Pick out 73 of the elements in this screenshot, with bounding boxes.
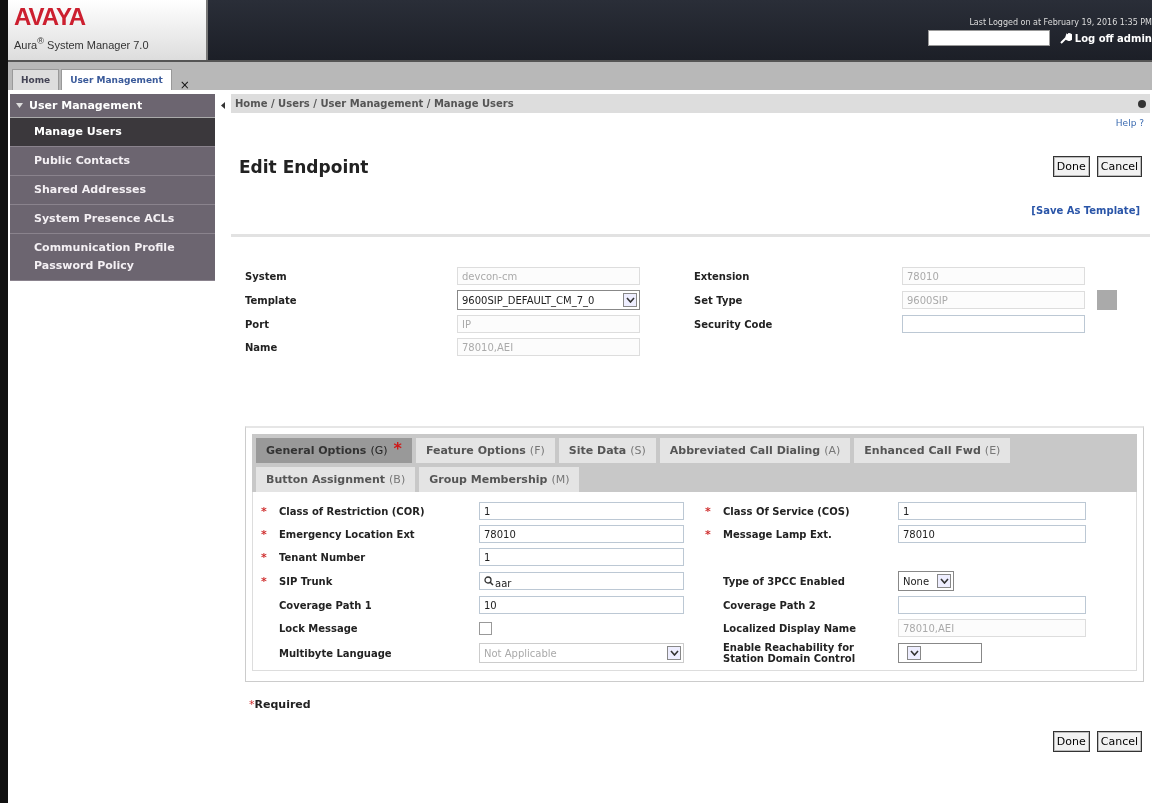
breadcrumb: Home / Users / User Management / Manage Users — [235, 98, 514, 109]
option-tab[interactable]: Button Assignment (B) — [256, 467, 416, 492]
field-label: Lock Message — [279, 622, 359, 634]
page-tab[interactable]: User Management — [61, 69, 172, 90]
field-label: Localized Display Name — [723, 622, 858, 634]
required-mark: * — [705, 504, 711, 518]
required-mark: * — [261, 574, 267, 588]
page-title: Edit Endpoint — [239, 157, 369, 177]
option-tab[interactable]: Feature Options (F) — [415, 438, 555, 463]
option-tab[interactable]: Group Membership (M) — [419, 467, 580, 492]
field-label: Extension — [694, 270, 751, 282]
text-field[interactable] — [902, 315, 1085, 333]
field-label: Port — [245, 318, 270, 330]
form-button[interactable]: Cancel — [1096, 731, 1142, 752]
search-field[interactable] — [927, 30, 1050, 46]
option-tab[interactable]: Enhanced Call Fwd (E) — [854, 438, 1011, 463]
text-field[interactable]: 78010 — [479, 525, 684, 543]
option-tab[interactable]: Site Data (S) — [558, 438, 656, 463]
sidebar-item[interactable]: Communication Profile Password Policy — [10, 234, 215, 281]
text-field[interactable]: 78010 — [898, 525, 1086, 543]
close-icon[interactable]: × — [179, 80, 190, 90]
required-mark: * — [261, 550, 267, 564]
caret-icon — [16, 103, 23, 108]
page-tab[interactable]: Home — [12, 69, 60, 90]
field-label: Type of 3PCC Enabled — [723, 575, 846, 587]
form-button[interactable]: Done — [1052, 156, 1090, 177]
sidebar-item[interactable]: Shared Addresses — [10, 176, 215, 205]
field-label: Template — [245, 294, 298, 306]
last-login-text: Last Logged on at February 19, 2016 1:35 PM — [969, 18, 1152, 27]
sidebar-header[interactable]: User Management — [10, 94, 215, 118]
text-field[interactable]: 10 — [479, 596, 684, 614]
sidebar-item[interactable]: Public Contacts — [10, 147, 215, 176]
required-mark: * — [261, 504, 267, 518]
field-label: Multibyte Language — [279, 647, 393, 659]
required-mark: * — [705, 527, 711, 541]
field-label: Message Lamp Ext. — [723, 528, 833, 540]
form-button[interactable]: Done — [1052, 731, 1090, 752]
form-button[interactable]: Cancel — [1096, 156, 1142, 177]
search-field[interactable]: aar — [479, 572, 684, 590]
logoff-link[interactable]: Log off admin — [1059, 32, 1152, 44]
field-label: Class of Restriction (COR) — [279, 505, 426, 517]
dropdown[interactable]: None — [898, 571, 954, 591]
field-label: SIP Trunk — [279, 575, 334, 587]
field-label: Security Code — [694, 318, 774, 330]
save-template-link[interactable]: [Save As Template] — [1031, 205, 1140, 216]
search-icon — [484, 576, 494, 586]
field-label: System — [245, 270, 288, 282]
option-tab[interactable]: Abbreviated Call Dialing (A) — [659, 438, 851, 463]
field-label: Tenant Number — [279, 551, 367, 563]
field-label: Coverage Path 2 — [723, 599, 817, 611]
option-tab[interactable]: General Options (G) * — [256, 438, 412, 463]
product-name: Aura$^{®}$ System Manager 7.0 — [14, 36, 149, 51]
field-label: Set Type — [694, 294, 744, 306]
field-label: Coverage Path 1 — [279, 599, 373, 611]
field-label: Class Of Service (COS) — [723, 505, 851, 517]
sidebar-item[interactable]: System Presence ACLs — [10, 205, 215, 234]
required-mark: * — [261, 527, 267, 541]
text-field[interactable]: 1 — [898, 502, 1086, 520]
logo: AVAYA — [14, 4, 86, 30]
text-field[interactable]: 1 — [479, 548, 684, 566]
text-field[interactable] — [898, 596, 1086, 614]
circle-icon[interactable] — [1138, 99, 1146, 108]
text-field[interactable]: 1 — [479, 502, 684, 520]
wrench-icon — [1059, 32, 1072, 44]
required-note: *Required — [249, 698, 312, 711]
dropdown[interactable]: 9600SIP_DEFAULT_CM_7_0 — [457, 290, 640, 310]
field-label: Emergency Location Ext — [279, 528, 416, 540]
collapse-icon[interactable] — [221, 102, 225, 109]
sidebar-item[interactable]: Manage Users — [10, 118, 215, 147]
field-label: Enable Reachability for Station Domain Control — [723, 642, 857, 664]
field-label: Name — [245, 341, 279, 353]
checkbox[interactable] — [479, 621, 492, 635]
help-link[interactable]: Help ? — [1115, 118, 1144, 128]
